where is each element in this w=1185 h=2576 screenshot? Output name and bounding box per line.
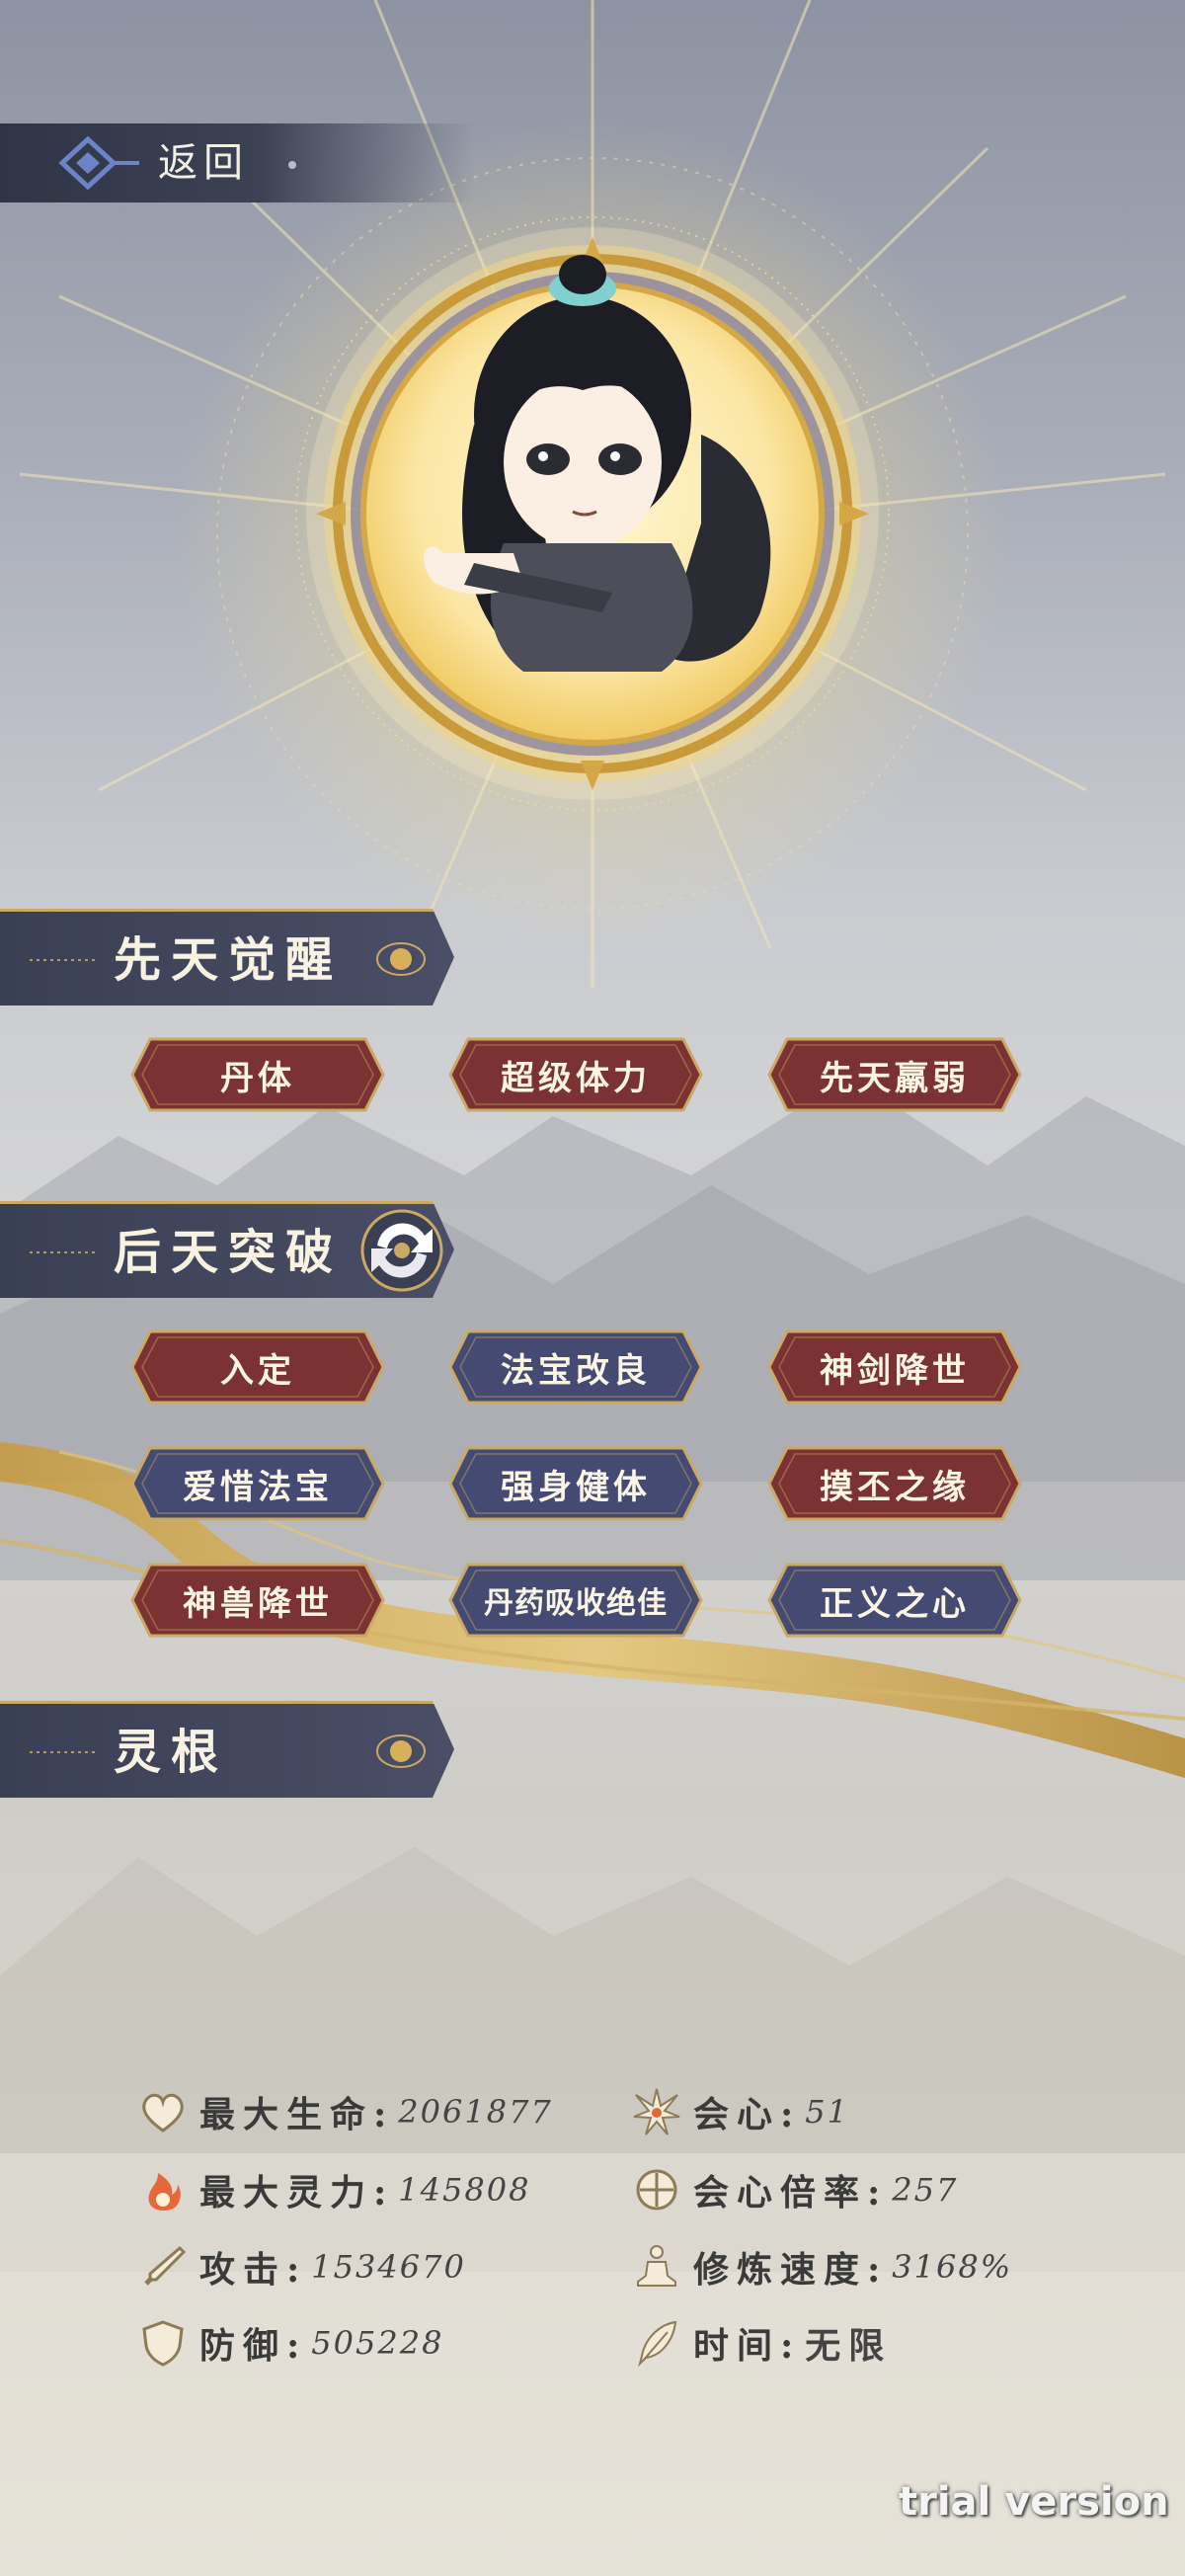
section-innate-title: 先天觉醒 [114, 932, 344, 988]
section-innate-header: 先天觉醒 [0, 909, 454, 1006]
innate-tag[interactable]: 丹体 [128, 1035, 387, 1114]
stat-defense-label: 防御: [199, 2325, 308, 2367]
acquired-tag-label: 摸丕之缘 [820, 1467, 970, 1507]
heart-icon [142, 2093, 184, 2133]
header-deco-icon [30, 1251, 99, 1253]
target-icon [636, 2169, 677, 2211]
sword-icon [144, 2245, 187, 2286]
innate-tag-label: 先天羸弱 [820, 1058, 970, 1098]
stat-time-label: 时间: [693, 2325, 802, 2367]
stat-attack-value: 1534670 [311, 2248, 466, 2286]
acquired-tag-label: 丹药吸收绝佳 [484, 1586, 668, 1621]
trial-watermark: trial version [899, 2479, 1169, 2525]
acquired-tag[interactable]: 爱惜法宝 [128, 1444, 387, 1523]
acquired-tag-label: 神剑降世 [820, 1350, 970, 1391]
stat-defense: 防御: 505228 [138, 2313, 443, 2373]
innate-tag-label: 超级体力 [501, 1058, 651, 1098]
gold-orb-icon [376, 1734, 426, 1768]
acquired-tag-label: 法宝改良 [501, 1350, 651, 1391]
header-deco-icon [30, 959, 99, 961]
header-deco-icon [30, 1751, 99, 1753]
shield-icon [142, 2320, 184, 2367]
acquired-tag[interactable]: 法宝改良 [446, 1328, 705, 1407]
stat-max-hp-value: 2061877 [398, 2093, 553, 2131]
acquired-tag-label: 爱惜法宝 [183, 1467, 333, 1507]
stat-max-sp-label: 最大灵力: [199, 2172, 395, 2214]
acquired-tag[interactable]: 神兽降世 [128, 1561, 387, 1640]
acquired-tag-label: 强身健体 [501, 1467, 651, 1507]
feather-icon [638, 2320, 677, 2368]
meditation-icon [637, 2245, 676, 2287]
stat-defense-value: 505228 [311, 2324, 444, 2362]
stat-crit-label: 会心: [693, 2094, 802, 2135]
character-portrait [295, 216, 890, 811]
stat-crit-value: 51 [805, 2093, 850, 2131]
diamond-back-icon [58, 135, 139, 191]
acquired-tag[interactable]: 入定 [128, 1328, 387, 1407]
stat-cultivation-speed: 修炼速度: 3168% [632, 2237, 1012, 2296]
stat-time-value: 无限 [805, 2325, 893, 2367]
stat-cultivation-speed-value: 3168% [892, 2248, 1013, 2286]
section-root-header: 灵根 [0, 1701, 454, 1798]
acquired-tag-label: 入定 [220, 1350, 295, 1391]
stat-attack-label: 攻击: [199, 2249, 308, 2291]
acquired-tag[interactable]: 正义之心 [765, 1561, 1024, 1640]
acquired-tag[interactable]: 强身健体 [446, 1444, 705, 1523]
back-label: 返回 [158, 140, 249, 186]
stat-max-sp: 最大灵力: 145808 [138, 2160, 530, 2219]
acquired-tag[interactable]: 神剑降世 [765, 1328, 1024, 1407]
acquired-tag[interactable]: 丹药吸收绝佳 [446, 1561, 705, 1640]
stat-crit-mult: 会心倍率: 257 [632, 2160, 958, 2219]
flame-icon [148, 2173, 181, 2211]
innate-tag[interactable]: 超级体力 [446, 1035, 705, 1114]
stat-attack: 攻击: 1534670 [138, 2237, 466, 2296]
stat-cultivation-speed-label: 修炼速度: [693, 2249, 889, 2291]
acquired-tag-label: 神兽降世 [183, 1583, 333, 1624]
back-dot [288, 161, 296, 169]
stat-crit-mult-value: 257 [892, 2171, 959, 2209]
stat-max-sp-value: 145808 [398, 2171, 531, 2209]
stat-crit: 会心: 51 [632, 2082, 849, 2141]
stat-crit-mult-label: 会心倍率: [693, 2172, 889, 2214]
acquired-tag[interactable]: 摸丕之缘 [765, 1444, 1024, 1523]
innate-tag-label: 丹体 [220, 1058, 295, 1098]
gold-orb-icon [376, 942, 426, 976]
section-acquired-title: 后天突破 [114, 1225, 344, 1280]
back-button[interactable]: 返回 [0, 123, 474, 202]
burst-icon [633, 2088, 680, 2135]
acquired-tag-label: 正义之心 [820, 1583, 970, 1624]
stat-max-hp: 最大生命: 2061877 [138, 2082, 553, 2141]
refresh-icon[interactable] [348, 1201, 456, 1300]
stat-time: 时间: 无限 [632, 2313, 892, 2373]
stat-max-hp-label: 最大生命: [199, 2094, 395, 2135]
innate-tag[interactable]: 先天羸弱 [765, 1035, 1024, 1114]
section-root-title: 灵根 [114, 1725, 229, 1780]
